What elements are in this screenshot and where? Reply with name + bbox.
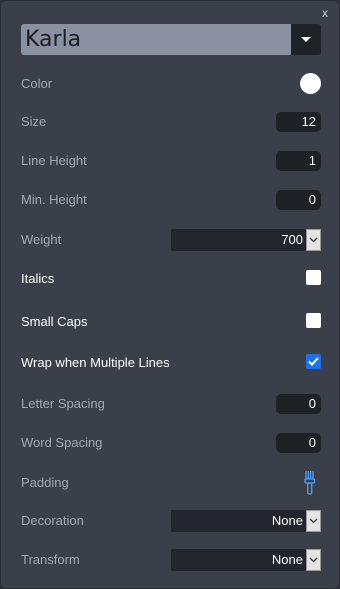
min-height-input[interactable]: 0 xyxy=(276,190,321,210)
small-caps-row: Small Caps xyxy=(21,311,321,333)
letter-spacing-row: Letter Spacing 0 xyxy=(21,393,321,415)
text-style-panel: x Karla Color Size 12 Line Height 1 Min.… xyxy=(0,0,340,589)
italics-checkbox[interactable] xyxy=(306,270,321,285)
chevron-down-icon xyxy=(309,518,318,524)
decoration-row: Decoration None xyxy=(21,510,321,532)
dropdown-arrow-button[interactable] xyxy=(291,24,321,55)
decoration-value: None xyxy=(171,510,306,532)
letter-spacing-label: Letter Spacing xyxy=(21,396,105,411)
letter-spacing-input[interactable]: 0 xyxy=(276,394,321,414)
word-spacing-label: Word Spacing xyxy=(21,435,103,450)
transform-dropdown-button[interactable] xyxy=(306,549,321,571)
min-height-row: Min. Height 0 xyxy=(21,189,321,211)
wrap-row: Wrap when Multiple Lines xyxy=(21,352,321,374)
transform-select[interactable]: None xyxy=(171,549,321,571)
padding-row: Padding xyxy=(21,470,321,496)
padding-label: Padding xyxy=(21,475,69,490)
color-label: Color xyxy=(21,76,53,91)
chevron-down-icon xyxy=(309,557,318,563)
size-label: Size xyxy=(21,114,47,129)
size-row: Size 12 xyxy=(21,111,321,133)
weight-dropdown-button[interactable] xyxy=(306,229,321,251)
close-button[interactable]: x xyxy=(319,6,331,20)
line-height-input[interactable]: 1 xyxy=(276,151,321,171)
line-height-label: Line Height xyxy=(21,153,87,168)
small-caps-label: Small Caps xyxy=(21,314,88,329)
italics-label: Italics xyxy=(21,271,55,286)
min-height-label: Min. Height xyxy=(21,192,87,207)
checkmark-icon xyxy=(308,357,319,366)
transform-label: Transform xyxy=(21,552,80,567)
wrap-checkbox[interactable] xyxy=(306,354,321,369)
weight-value: 700 xyxy=(171,229,306,251)
color-swatch[interactable] xyxy=(300,73,321,94)
decoration-label: Decoration xyxy=(21,513,84,528)
wrap-label: Wrap when Multiple Lines xyxy=(21,355,170,370)
transform-row: Transform None xyxy=(21,549,321,571)
transform-value: None xyxy=(171,549,306,571)
brush-icon[interactable] xyxy=(303,470,317,496)
weight-row: Weight 700 xyxy=(21,229,321,251)
color-row: Color xyxy=(21,73,321,95)
weight-label: Weight xyxy=(21,232,62,247)
font-family-value: Karla xyxy=(21,24,291,55)
decoration-select[interactable]: None xyxy=(171,510,321,532)
chevron-down-icon xyxy=(309,237,318,243)
size-input[interactable]: 12 xyxy=(276,112,321,132)
italics-row: Italics xyxy=(21,268,321,290)
word-spacing-row: Word Spacing 0 xyxy=(21,432,321,454)
caret-down-icon xyxy=(301,37,311,42)
decoration-dropdown-button[interactable] xyxy=(306,510,321,532)
small-caps-checkbox[interactable] xyxy=(306,313,321,328)
font-family-select[interactable]: Karla xyxy=(21,24,321,55)
line-height-row: Line Height 1 xyxy=(21,150,321,172)
weight-select[interactable]: 700 xyxy=(171,229,321,251)
word-spacing-input[interactable]: 0 xyxy=(276,433,321,453)
